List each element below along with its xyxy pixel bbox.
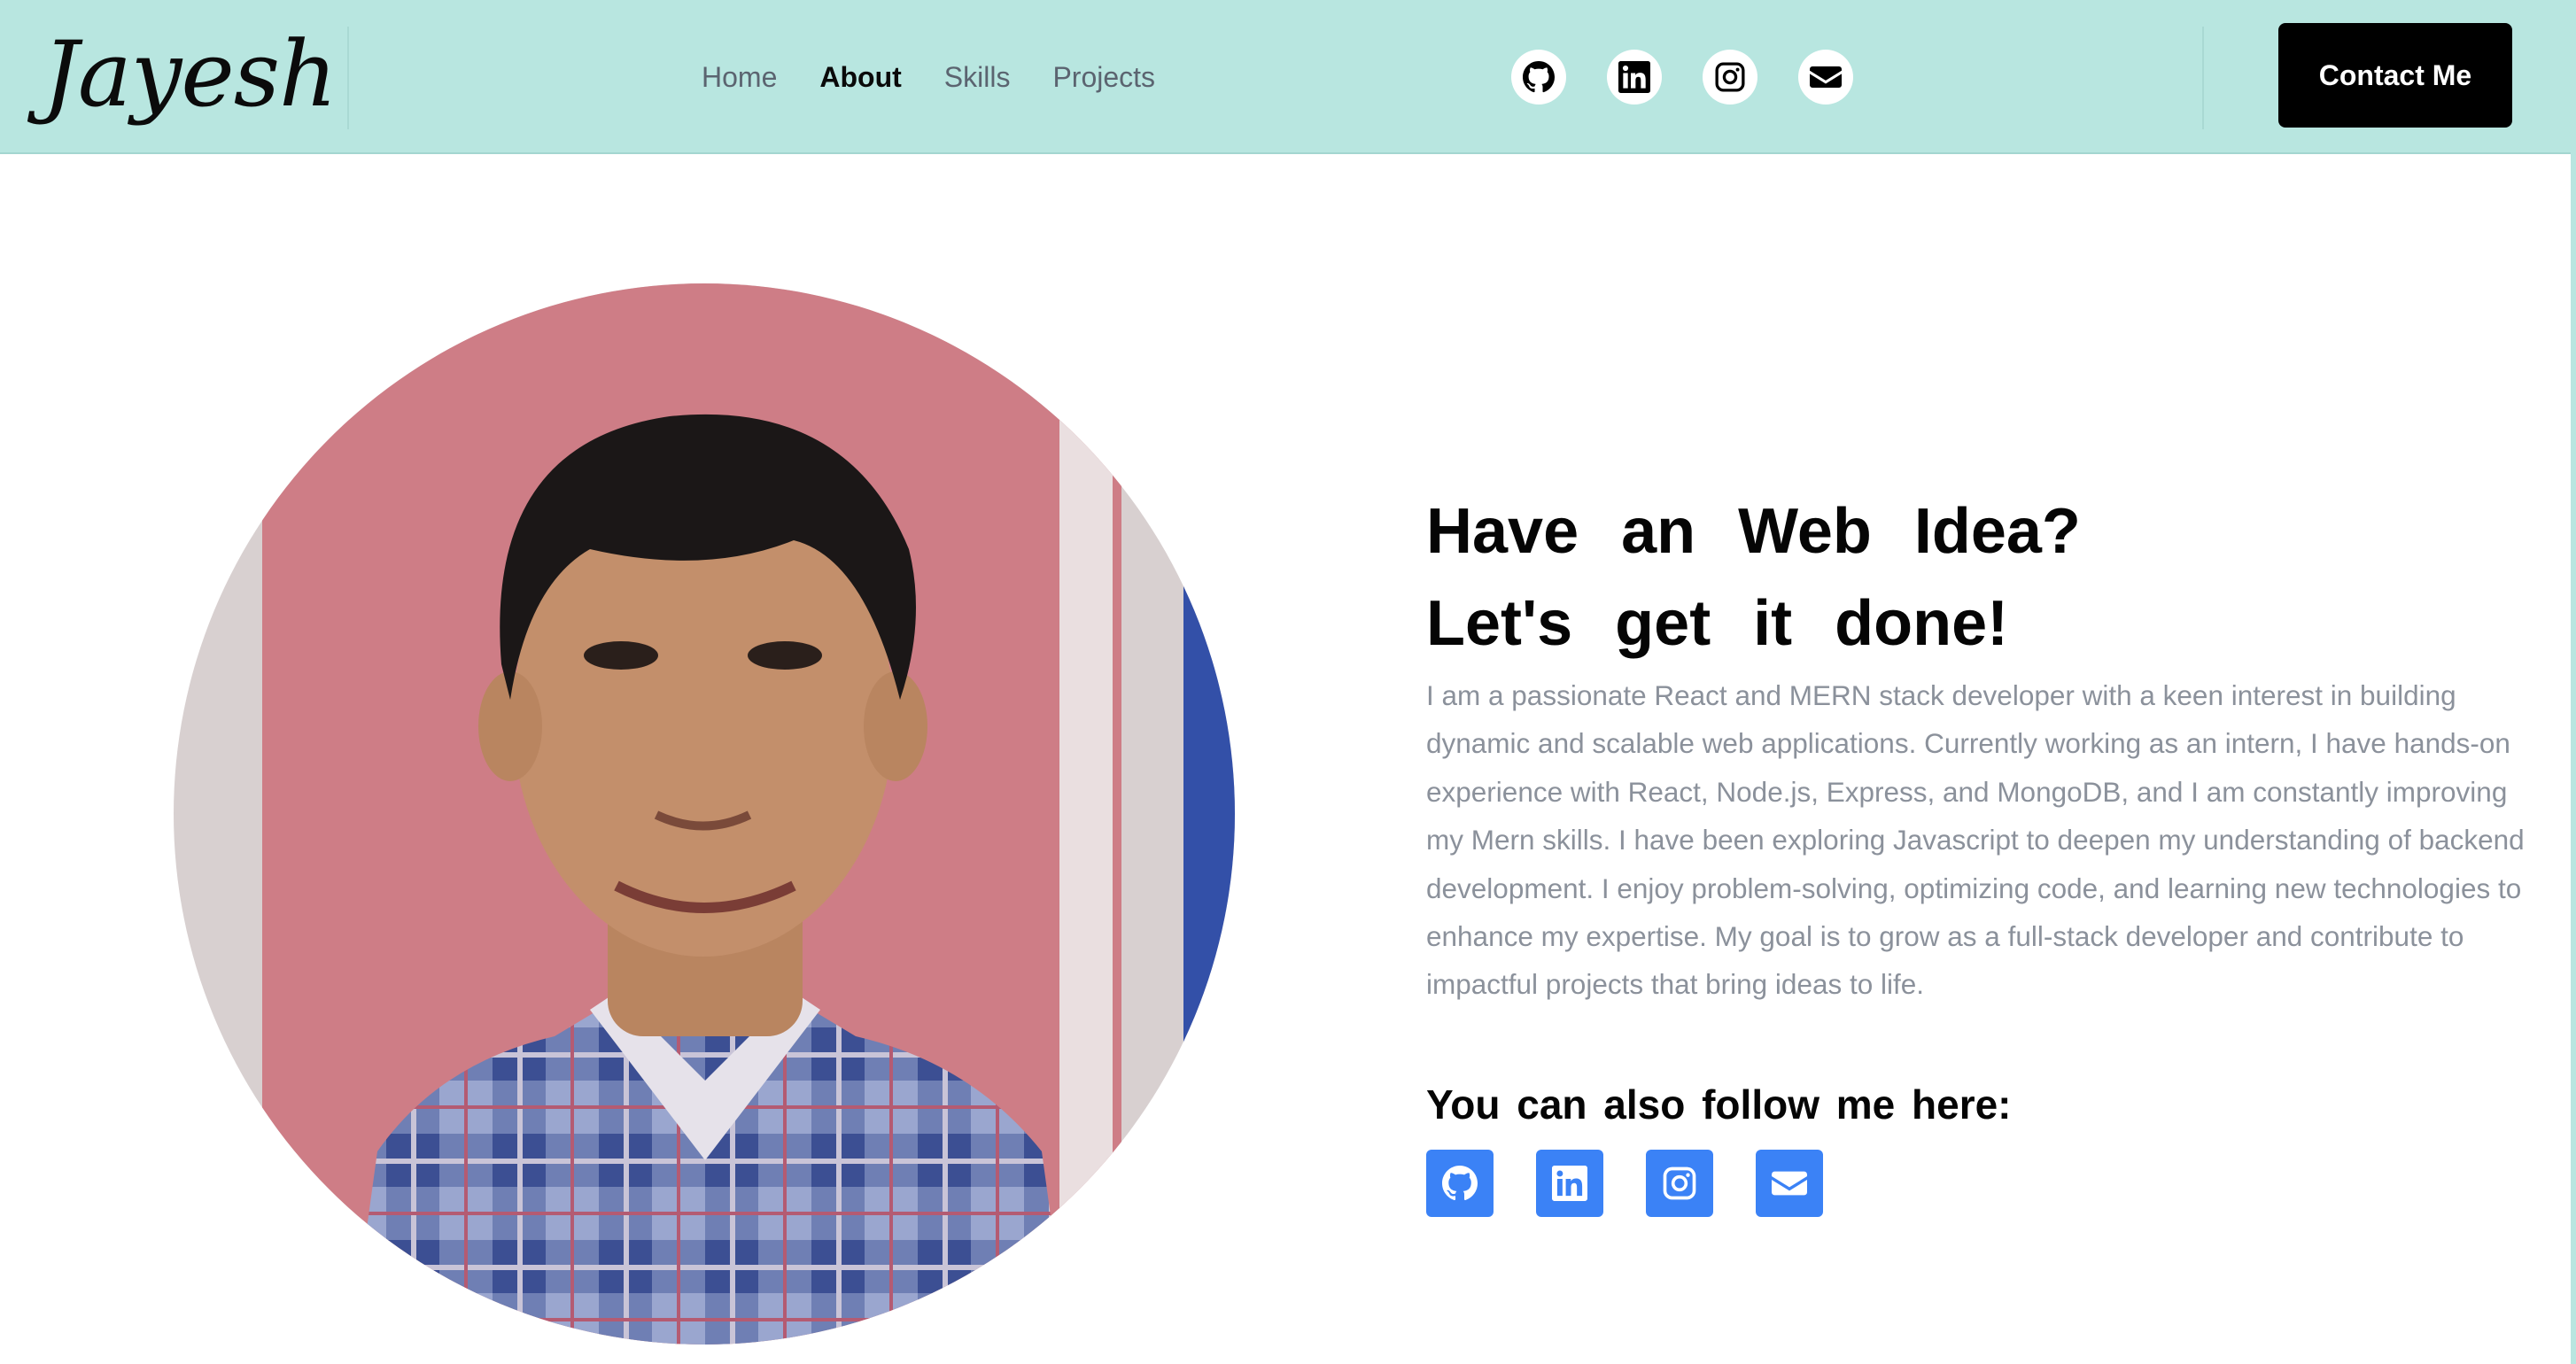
contact-me-button[interactable]: Contact Me xyxy=(2278,23,2512,128)
github-link[interactable] xyxy=(1511,50,1566,105)
header-social-links xyxy=(1511,50,1894,105)
linkedin-icon xyxy=(1618,61,1650,93)
hero-headline: Have an Web Idea? Let's get it done! xyxy=(1426,485,2223,670)
nav-link-about[interactable]: About xyxy=(819,57,901,97)
instagram-icon xyxy=(1663,1166,1696,1200)
linkedin-link[interactable] xyxy=(1536,1150,1603,1217)
nav-divider xyxy=(347,27,349,129)
instagram-icon xyxy=(1715,62,1745,92)
github-icon xyxy=(1523,61,1555,93)
email-link[interactable] xyxy=(1798,50,1853,105)
linkedin-icon xyxy=(1552,1166,1587,1201)
follow-social-links xyxy=(1426,1150,1866,1217)
nav-link-skills[interactable]: Skills xyxy=(944,57,1011,97)
navbar: Jayesh Home About Skills Projects Contac… xyxy=(0,0,2571,154)
bio-paragraph: I am a passionate React and MERN stack d… xyxy=(1426,679,2525,1001)
nav-link-projects[interactable]: Projects xyxy=(1052,57,1155,97)
site-logo[interactable]: Jayesh xyxy=(43,9,338,142)
headline-line-1: Have an Web Idea? xyxy=(1426,496,2081,567)
mail-icon xyxy=(1772,1171,1807,1196)
github-link[interactable] xyxy=(1426,1150,1494,1217)
linkedin-link[interactable] xyxy=(1607,50,1662,105)
window-edge xyxy=(2571,0,2576,1364)
follow-heading: You can also follow me here: xyxy=(1426,1081,2012,1128)
instagram-link[interactable] xyxy=(1703,50,1757,105)
headline-line-2: Let's get it done! xyxy=(1426,588,2009,659)
github-icon xyxy=(1442,1166,1478,1201)
profile-photo xyxy=(174,283,1235,1345)
instagram-link[interactable] xyxy=(1646,1150,1713,1217)
email-link[interactable] xyxy=(1756,1150,1823,1217)
mail-icon xyxy=(1810,66,1842,88)
nav-menu: Home About Skills Projects xyxy=(702,57,1198,97)
nav-divider xyxy=(2202,27,2204,129)
nav-link-home[interactable]: Home xyxy=(702,57,777,97)
